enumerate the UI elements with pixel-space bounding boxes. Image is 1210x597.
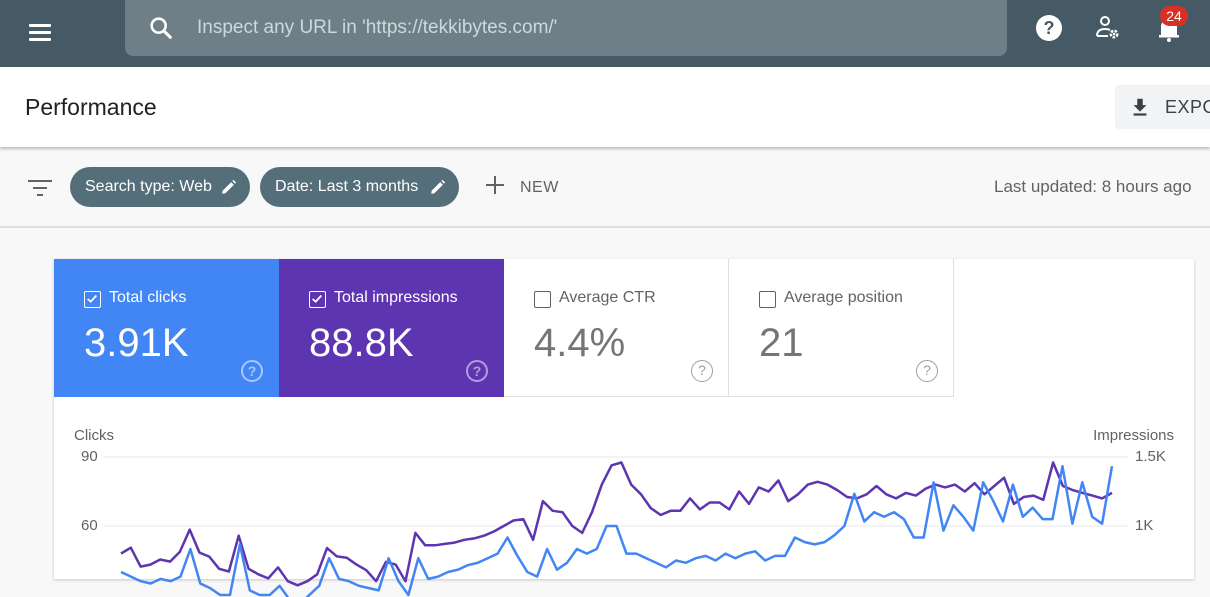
search-icon[interactable] [147,14,175,42]
export-button[interactable]: EXPO [1115,85,1210,129]
date-range-filter-chip[interactable]: Date: Last 3 months [260,167,459,207]
url-inspect-search [125,0,1007,56]
download-icon [1133,98,1147,116]
checkbox-checked-icon[interactable] [309,291,326,308]
manage-users-icon[interactable] [1090,10,1126,46]
plus-icon [486,176,504,194]
metric-value: 3.91K [84,321,189,365]
menu-button[interactable] [22,14,58,50]
svg-text:?: ? [1044,18,1055,38]
url-inspect-input[interactable] [197,0,977,56]
metric-value: 21 [759,321,804,365]
checkbox-unchecked-icon[interactable] [759,291,776,308]
metric-value: 88.8K [309,321,414,365]
top-app-bar: ? 24 [0,0,1210,67]
last-updated-text: Last updated: 8 hours ago [994,177,1192,196]
performance-chart-card: Total clicks 3.91K ? Total impressions 8… [54,259,1194,597]
metric-value: 4.4% [534,321,626,365]
filter-bar: Search type: Web Date: Last 3 months NEW… [0,147,1210,228]
page-title: Performance [25,94,157,120]
metric-label: Average position [784,289,903,306]
menu-icon [29,24,51,27]
edit-pencil-icon [222,179,237,194]
metric-total-clicks[interactable]: Total clicks 3.91K ? [54,259,279,397]
page-header: Performance EXPO [0,67,1210,147]
edit-pencil-icon [431,179,446,194]
help-icon[interactable]: ? [691,360,713,382]
help-icon[interactable]: ? [916,360,938,382]
help-icon[interactable]: ? [1031,10,1067,46]
metric-total-impressions[interactable]: Total impressions 88.8K ? [279,259,504,397]
menu-icon-bar [29,31,51,34]
checkbox-unchecked-icon[interactable] [534,291,551,308]
help-icon[interactable]: ? [241,360,263,382]
help-icon[interactable]: ? [466,360,488,382]
metric-average-position[interactable]: Average position 21 ? [729,259,954,397]
chip-label: Date: Last 3 months [275,178,419,195]
series-line-impressions [120,461,1113,587]
metric-label: Total clicks [109,289,187,306]
menu-icon-bar [29,38,51,41]
metric-label: Total impressions [334,289,458,306]
filter-icon[interactable] [27,177,53,199]
new-filter-label: NEW [520,179,559,196]
search-type-filter-chip[interactable]: Search type: Web [70,167,250,207]
checkbox-checked-icon[interactable] [84,291,101,308]
metric-average-ctr[interactable]: Average CTR 4.4% ? [504,259,729,397]
chip-label: Search type: Web [85,178,212,195]
performance-line-chart: Clicks Impressions 90 60 1.5K 1K [54,397,1194,597]
metric-label: Average CTR [559,289,656,306]
chart-plot-area [104,456,1129,597]
notifications-count-badge: 24 [1160,6,1188,26]
export-label: EXPO [1165,97,1210,117]
